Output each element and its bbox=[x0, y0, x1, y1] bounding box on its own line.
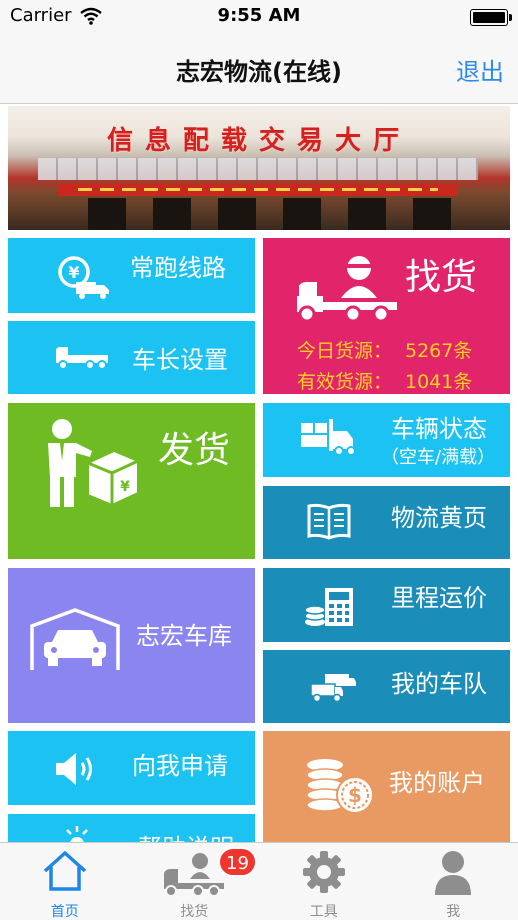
tile-ship-goods[interactable]: ¥ 发货 bbox=[8, 403, 255, 559]
today-goods-value: 5267条 bbox=[405, 340, 473, 362]
person-package-icon: ¥ bbox=[48, 419, 139, 507]
tile-garage-label: 志宏车库 bbox=[136, 622, 232, 650]
tile-ship-goods-label: 发货 bbox=[158, 430, 231, 471]
route-money-icon: ¥ bbox=[58, 256, 109, 299]
valid-goods-label: 有效货源： bbox=[297, 371, 393, 393]
tab-tools[interactable]: 工具 bbox=[259, 843, 389, 920]
tile-find-goods[interactable]: 找货 今日货源： 5267条 有效货源： 1041条 bbox=[263, 238, 510, 394]
fleet-trucks-icon bbox=[310, 674, 356, 703]
svg-text:¥: ¥ bbox=[68, 263, 79, 282]
tile-logistics-yellow-pages[interactable]: 物流黄页 bbox=[263, 486, 510, 559]
tile-garage[interactable]: 志宏车库 bbox=[8, 568, 255, 723]
tab-home[interactable]: 首页 bbox=[0, 843, 130, 920]
book-icon bbox=[307, 503, 351, 540]
lightbulb-icon bbox=[66, 826, 88, 842]
svg-text:$: $ bbox=[348, 783, 362, 807]
valid-goods-value: 1041条 bbox=[405, 371, 473, 393]
tab-find-goods-label: 找货 bbox=[180, 904, 209, 920]
tab-home-label: 首页 bbox=[50, 904, 79, 920]
tile-apply-to-me-label: 向我申请 bbox=[132, 752, 228, 780]
forklift-icon bbox=[301, 419, 356, 456]
tile-vehicle-status-sub: （空车/满载） bbox=[381, 447, 496, 468]
tile-my-account-label: 我的账户 bbox=[389, 769, 485, 797]
status-bar: Carrier 9:55 AM bbox=[0, 0, 518, 34]
tile-apply-to-me[interactable]: 向我申请 bbox=[8, 731, 255, 805]
tile-my-fleet-label: 我的车队 bbox=[391, 670, 487, 698]
svg-text:¥: ¥ bbox=[120, 479, 130, 495]
tab-me[interactable]: 我 bbox=[389, 843, 518, 920]
tile-my-account[interactable]: $ 我的账户 bbox=[263, 731, 510, 842]
notification-badge: 19 bbox=[218, 847, 257, 877]
logout-button[interactable]: 退出 bbox=[456, 52, 504, 87]
tile-mileage-price[interactable]: 里程运价 bbox=[263, 568, 510, 642]
banner-image[interactable]: 信息配载交易大厅 bbox=[8, 106, 510, 230]
tile-vehicle-status[interactable]: 车辆状态 （空车/满载） bbox=[263, 403, 510, 477]
page-title: 志宏物流(在线) bbox=[176, 58, 342, 86]
tile-mileage-price-label: 里程运价 bbox=[391, 584, 487, 612]
today-goods-label: 今日货源： bbox=[297, 340, 393, 362]
tile-frequent-routes-label: 常跑线路 bbox=[130, 254, 226, 282]
navigation-bar: 志宏物流(在线) 退出 bbox=[0, 34, 518, 104]
tile-vehicle-status-label: 车辆状态 bbox=[391, 415, 487, 443]
home-icon bbox=[43, 851, 86, 891]
tile-help[interactable]: 帮助说明 bbox=[8, 814, 255, 842]
coins-dollar-icon: $ bbox=[306, 759, 374, 814]
truck-driver-icon bbox=[297, 256, 397, 323]
tab-tools-label: 工具 bbox=[309, 904, 338, 920]
battery-icon bbox=[470, 9, 512, 26]
truck-icon bbox=[56, 347, 108, 370]
calculator-coins-icon bbox=[304, 588, 353, 626]
clock: 9:55 AM bbox=[217, 5, 301, 26]
tile-help-label: 帮助说明 bbox=[138, 828, 234, 842]
tile-truck-length-label: 车长设置 bbox=[132, 346, 228, 374]
speaker-icon bbox=[56, 753, 92, 785]
tile-find-goods-label: 找货 bbox=[405, 257, 478, 298]
tile-frequent-routes[interactable]: ¥ 常跑线路 bbox=[8, 238, 255, 313]
truck-driver-icon bbox=[164, 853, 225, 897]
tile-truck-length-settings[interactable]: 车长设置 bbox=[8, 321, 255, 394]
garage-car-icon bbox=[30, 608, 120, 670]
tab-bar: 首页 找货 工具 我 19 bbox=[0, 842, 518, 920]
tab-me-label: 我 bbox=[446, 904, 461, 920]
gear-icon bbox=[302, 851, 345, 893]
person-icon bbox=[435, 851, 472, 895]
banner-title: 信息配载交易大厅 bbox=[106, 126, 411, 156]
tile-yellow-pages-label: 物流黄页 bbox=[391, 504, 487, 532]
tile-my-fleet[interactable]: 我的车队 bbox=[263, 650, 510, 723]
